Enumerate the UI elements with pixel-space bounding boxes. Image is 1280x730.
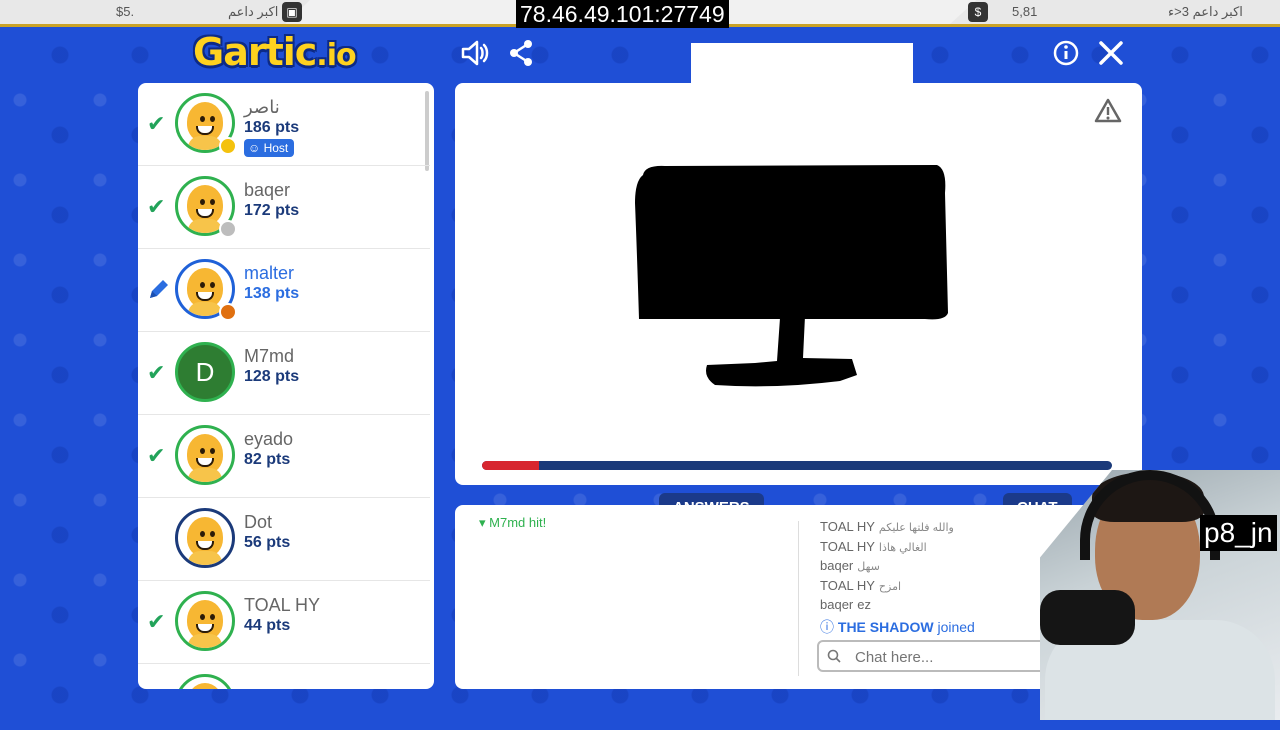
avatar [175,591,235,651]
answer-check-icon: ▾ [479,515,490,530]
drawing-canvas[interactable] [455,83,1142,485]
player-points: 56 pts [244,534,291,551]
player-name: baqer [244,180,291,200]
money-bag-icon: $ [968,2,988,22]
check-icon: ✔ [147,194,166,219]
player-points: 138 pts [244,285,300,302]
search-icon [827,649,841,663]
player-points: 186 pts [244,119,300,136]
logo-main: Gartic [193,30,317,74]
round-timer-bar [482,461,1112,470]
monitor-drawing [635,165,948,387]
avatar [175,425,235,485]
gartic-logo: Gartic.io [193,30,357,74]
streamer-handle: p8_jn [1200,515,1277,551]
microphone [1040,590,1135,645]
info-circle-icon: ⓘ [820,618,838,635]
report-warning-icon[interactable] [1094,97,1122,125]
host-badge-label: Host [263,141,289,155]
info-icon[interactable] [1051,38,1081,68]
player-row[interactable]: ✔ baqer 172 pts [138,166,430,249]
player-points: 44 pts [244,617,291,634]
chat-user: baqer [820,597,854,612]
player-name: TOAL HY [244,595,321,615]
chat-user: baqer [820,558,854,573]
host-badge: ☺ Host [244,139,295,157]
player-row[interactable]: malter 138 pts [138,249,430,332]
cash-register-icon: ▣ [282,2,302,22]
players-panel: ✔ ناصر 186 pts ☺ Host ✔ baqer 172 pts ma… [138,83,434,689]
chat-text: سهل [857,561,880,573]
player-row[interactable]: ✔ eyado 82 pts [138,415,430,498]
player-row-partial[interactable] [138,664,430,689]
level-dot [219,220,237,238]
chat-input[interactable] [853,646,1057,668]
chat-text: والله فلتها عليكم [878,522,954,534]
panel-divider [798,521,799,676]
logo-suffix: .io [316,38,356,73]
host-icon: ☺ [248,141,264,155]
share-icon[interactable] [506,38,536,68]
check-icon: ✔ [147,443,166,468]
left-price: $5. [116,4,135,19]
player-points: 82 pts [244,451,291,468]
player-name: malter [244,263,295,283]
sound-icon[interactable] [460,38,490,68]
player-row[interactable]: Dot 56 pts [138,498,430,581]
player-row[interactable]: ✔ D M7md 128 pts [138,332,430,415]
answers-chat-panel: ▾ M7md hit! TOAL HY والله فلتها عليكم TOA… [455,505,1142,689]
chat-user: TOAL HY [820,519,875,534]
player-name: Dot [244,512,273,532]
chat-user: TOAL HY [820,538,875,554]
level-dot [219,137,237,155]
server-ip-overlay: 78.46.49.101:27749 [516,0,729,28]
system-text: joined [937,618,975,635]
avatar [175,674,235,689]
check-icon: ✔ [147,360,166,385]
avatar-letter: D [175,342,235,402]
player-row[interactable]: ✔ ناصر 186 pts ☺ Host [138,83,430,166]
left-label: اكبر داعم [228,4,279,19]
chat-input-box[interactable] [817,640,1067,672]
chat-text: الغالي هاذا [878,541,927,554]
player-points: 128 pts [244,368,300,385]
check-icon: ✔ [147,111,166,136]
player-name: ناصر [244,97,280,117]
close-icon[interactable] [1096,38,1126,68]
chat-user: TOAL HY [820,577,875,593]
player-name: eyado [244,429,294,449]
system-user: THE SHADOW [837,618,934,635]
player-row[interactable]: ✔ TOAL HY 44 pts [138,581,430,664]
answer-line: M7md hit! [489,515,547,530]
right-label: اكبر داعم 3<ء [1168,4,1243,19]
level-dot [219,303,237,321]
chat-text: امزح [878,580,902,593]
player-points: 172 pts [244,202,300,219]
pencil-icon [147,277,169,299]
answers-list: ▾ M7md hit! [479,515,546,531]
chat-text: ez [857,597,871,612]
right-value: 5,81 [1012,4,1038,19]
round-timer-fill [482,461,539,470]
avatar [175,508,235,568]
hidden-word-block [691,43,913,84]
check-icon: ✔ [147,609,166,634]
player-name: M7md [244,346,295,366]
